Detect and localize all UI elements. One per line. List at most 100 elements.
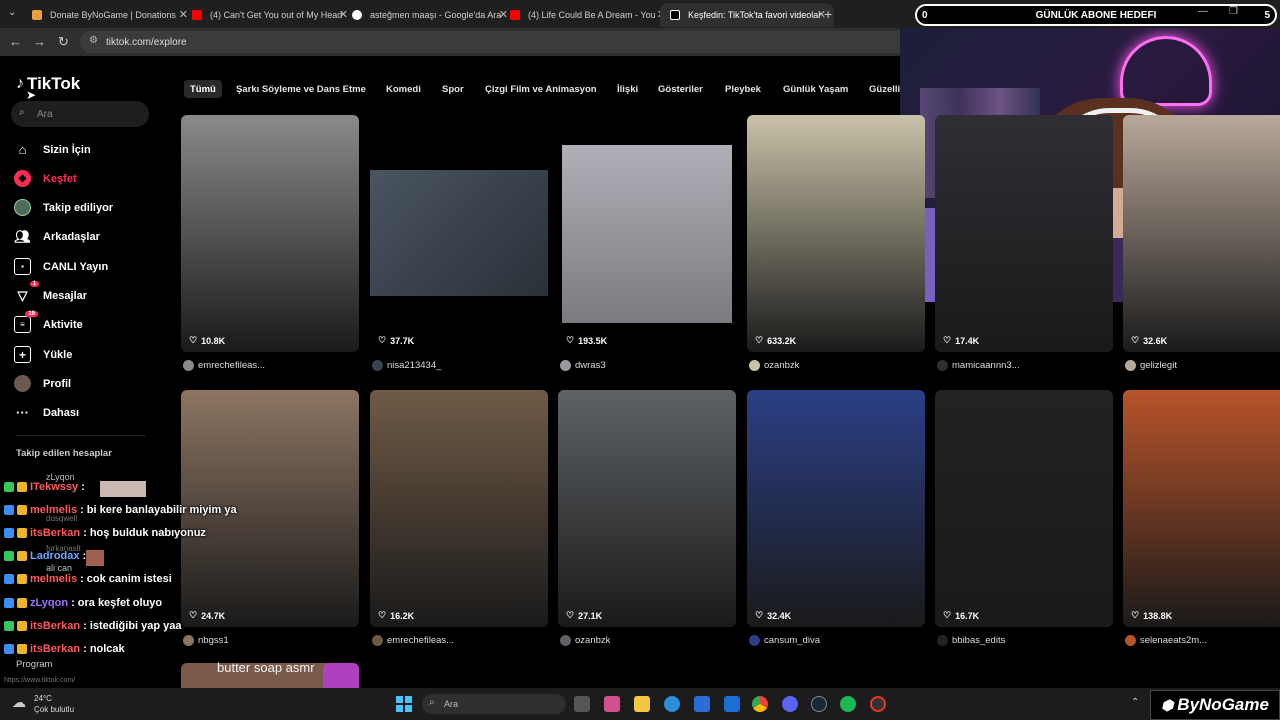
nav-item-activity[interactable]: ≡ 19 Aktivite: [14, 311, 83, 333]
back-arrow-icon[interactable]: ←: [9, 34, 22, 49]
discord-icon[interactable]: [782, 696, 798, 712]
category-sports[interactable]: Spor: [442, 80, 464, 98]
google-favicon-icon: [352, 10, 362, 20]
steam-icon[interactable]: [811, 696, 827, 712]
chat-message: itsBerkan: nolcak: [4, 643, 125, 655]
video-card[interactable]: ♡ 32.6K: [1123, 115, 1280, 352]
nav-item-for-you[interactable]: ⌂ Sizin İçin: [14, 141, 91, 158]
windows-start-icon[interactable]: [396, 696, 412, 712]
category-shows[interactable]: Gösteriler: [658, 80, 703, 98]
browser-tab-google[interactable]: asteğmen maaşı - Google'da Ara ✕: [342, 3, 516, 27]
video-author[interactable]: emrechefileas...: [183, 360, 265, 371]
upload-icon: +: [14, 346, 31, 363]
video-card[interactable]: ♡ 17.4K: [935, 115, 1113, 352]
chrome-icon[interactable]: [752, 696, 768, 712]
nav-item-following[interactable]: Takip ediliyor: [14, 199, 113, 216]
nav-item-friends[interactable]: 👥︎ Arkadaşlar: [14, 228, 100, 245]
author-avatar: [1125, 360, 1136, 371]
weather-temp[interactable]: 24°C: [34, 694, 52, 703]
browser-tab-donate[interactable]: Donate ByNoGame | Donations ✕: [22, 3, 196, 27]
nav-item-explore[interactable]: ◆ Keşfet: [14, 170, 77, 187]
weather-icon[interactable]: ☁: [12, 694, 26, 711]
chat-badge-icon: [4, 621, 14, 631]
video-author[interactable]: mamicaannn3...: [937, 360, 1020, 371]
category-relationship[interactable]: İlişki: [617, 80, 638, 98]
video-author[interactable]: gelizlegit: [1125, 360, 1177, 371]
address-bar[interactable]: ⚙ tiktok.com/explore: [80, 31, 910, 53]
video-like-count: ♡ 32.6K: [1131, 335, 1167, 346]
category-daily-life[interactable]: Günlük Yaşam: [783, 80, 848, 98]
video-author[interactable]: bbibas_edits: [937, 635, 1005, 646]
tiktok-search-input[interactable]: ⌕ Ara: [11, 101, 149, 127]
subscriber-badge-icon: [17, 551, 27, 561]
video-card[interactable]: ♡ 37.7K: [370, 115, 548, 352]
video-author[interactable]: emrechefileas...: [372, 635, 454, 646]
bynogame-brand: ⬢ ByNoGame: [1150, 690, 1280, 720]
nav-item-more[interactable]: ··· Dahası: [14, 404, 79, 421]
spotify-icon[interactable]: [840, 696, 856, 712]
edge-icon[interactable]: [664, 696, 680, 712]
reload-icon[interactable]: ↻: [58, 34, 69, 50]
video-card-partial[interactable]: [323, 663, 359, 688]
chat-message: zLyqon: ora keşfet oluyo: [4, 597, 162, 609]
author-name: nbgss1: [198, 635, 229, 646]
minimize-window-icon[interactable]: —: [1198, 6, 1208, 17]
nav-item-messages[interactable]: ▽ 1 Mesajlar: [14, 281, 87, 304]
author-avatar: [560, 635, 571, 646]
category-animation[interactable]: Çizgi Film ve Animasyon: [485, 80, 597, 98]
video-author[interactable]: ozanbzk: [560, 635, 610, 646]
chat-text: ora keşfet oluyo: [77, 597, 163, 609]
chat-username: itsBerkan: [30, 527, 81, 539]
category-singing-dancing[interactable]: Şarkı Söyleme ve Dans Etme: [236, 80, 366, 98]
video-card[interactable]: ♡ 10.8K: [181, 115, 359, 352]
video-card[interactable]: ♡ 138.8K: [1123, 390, 1280, 627]
heart-icon: ♡: [1131, 335, 1140, 345]
video-author[interactable]: nisa213434_: [372, 360, 441, 371]
video-card[interactable]: ♡ 16.2K: [370, 390, 548, 627]
category-comedy[interactable]: Komedi: [386, 80, 421, 98]
browser-tab-tiktok[interactable]: Keşfedin: TikTok'ta favori videolar ✕: [660, 3, 834, 27]
nav-item-profile[interactable]: Profil: [14, 375, 71, 392]
video-like-count: ♡ 27.1K: [566, 610, 602, 621]
followed-account[interactable]: ali can: [46, 563, 72, 573]
heart-icon: ♡: [378, 610, 387, 620]
chat-username: melmelis: [30, 504, 78, 516]
outlook-icon[interactable]: [724, 696, 740, 712]
video-author[interactable]: ozanbzk: [749, 360, 799, 371]
video-author[interactable]: dwras3: [560, 360, 606, 371]
tray-chevron-icon[interactable]: ⌃: [1131, 697, 1139, 708]
weather-text[interactable]: Çok bulutlu: [34, 705, 74, 714]
program-label: Program: [16, 659, 53, 670]
browser-tab-youtube-1[interactable]: (4) Can't Get You out of My Head ✕: [182, 3, 356, 27]
recording-app-icon[interactable]: [870, 696, 886, 712]
video-card[interactable]: ♡ 16.7K: [935, 390, 1113, 627]
video-card[interactable]: ♡ 27.1K: [558, 390, 736, 627]
video-card[interactable]: ♡ 633.2K: [747, 115, 925, 352]
category-all[interactable]: Tümü: [184, 80, 222, 98]
video-author[interactable]: selenaeats2m...: [1125, 635, 1207, 646]
taskbar-search-input[interactable]: ⌕ Ara: [422, 694, 566, 714]
browser-tab-youtube-2[interactable]: (4) Life Could Be A Dream - You ✕: [500, 3, 674, 27]
activity-badge: 19: [25, 311, 38, 317]
video-author[interactable]: nbgss1: [183, 635, 229, 646]
store-icon[interactable]: [694, 696, 710, 712]
nav-item-live[interactable]: ▪ CANLI Yayın: [14, 258, 108, 275]
search-icon: ⌕: [429, 697, 435, 708]
video-card[interactable]: ♡ 193.5K: [558, 115, 736, 352]
file-explorer-icon[interactable]: [634, 696, 650, 712]
maximize-window-icon[interactable]: ❐: [1229, 6, 1238, 17]
forward-arrow-icon[interactable]: →: [33, 34, 46, 49]
category-lipsync[interactable]: Pleybek: [725, 80, 761, 98]
task-view-icon[interactable]: [574, 696, 590, 712]
nav-item-upload[interactable]: + Yükle: [14, 346, 72, 363]
new-tab-button[interactable]: +: [824, 6, 832, 22]
video-author[interactable]: cansum_diva: [749, 635, 820, 646]
chat-username: melmelis: [30, 573, 78, 585]
chat-message: itsBerkan: istediğibi yap yaa: [4, 620, 182, 632]
category-beauty[interactable]: Güzelli: [869, 80, 900, 98]
tab-list-dropdown-icon[interactable]: ⌄: [8, 7, 16, 18]
widgets-icon[interactable]: [604, 696, 620, 712]
video-like-count: ♡ 193.5K: [566, 335, 607, 346]
site-info-icon[interactable]: ⚙: [89, 35, 98, 46]
video-card[interactable]: ♡ 32.4K: [747, 390, 925, 627]
